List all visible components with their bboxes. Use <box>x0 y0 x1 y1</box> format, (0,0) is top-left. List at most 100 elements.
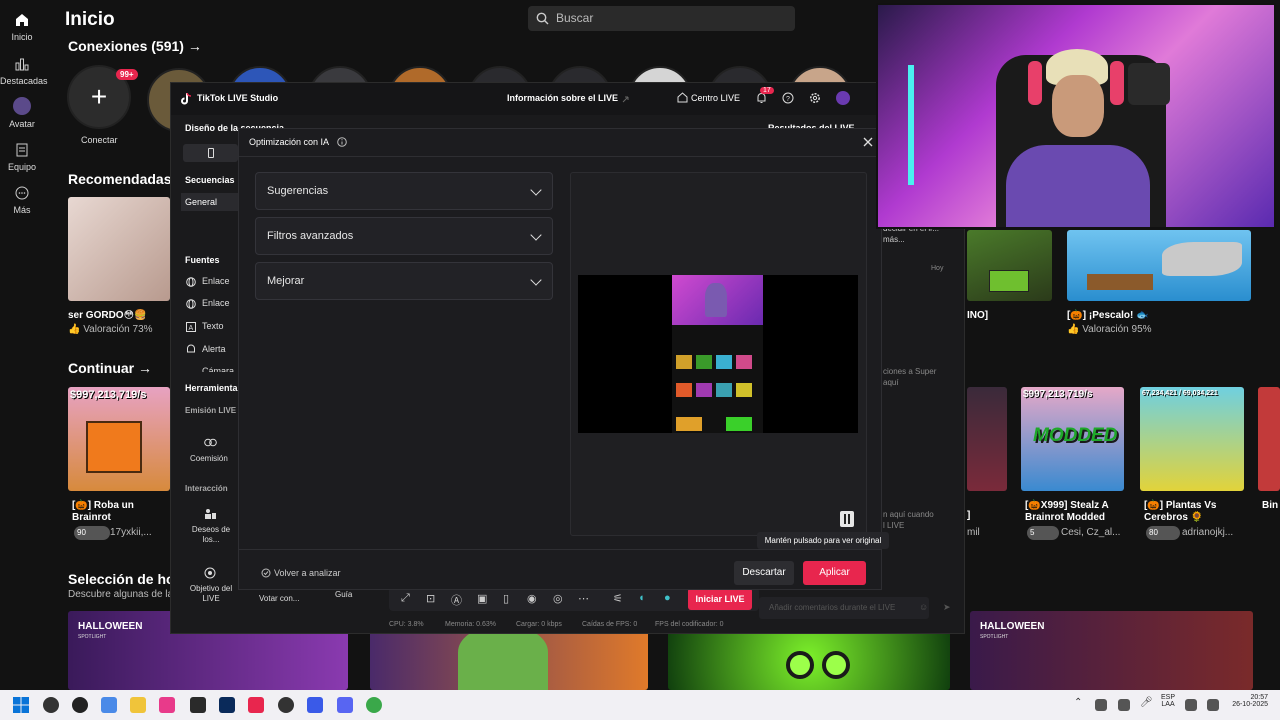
cont-card-title[interactable]: [🎃X999] Stealz A Brainrot Modded <box>1025 500 1125 524</box>
app-icon[interactable] <box>307 697 323 713</box>
nav-team[interactable]: Equipo <box>0 142 44 172</box>
rec-card-title[interactable]: ser GORDO😳🍔 <box>68 310 146 322</box>
nav-home[interactable]: Inicio <box>0 12 44 42</box>
record-icon[interactable]: ◉ <box>527 592 537 605</box>
results-text: ciones a Super <box>883 367 937 376</box>
info-icon[interactable] <box>337 137 347 147</box>
camera-switch-icon[interactable]: ◎ <box>553 592 563 605</box>
live-info-link[interactable]: Información sobre el LIVE <box>507 93 618 103</box>
speaker-icon[interactable]: ◖ <box>638 592 645 604</box>
app-icon[interactable] <box>72 697 88 713</box>
network-icon[interactable] <box>1185 699 1197 711</box>
clock[interactable]: 20:57 26-10-2025 <box>1222 694 1268 708</box>
cont-thumb[interactable] <box>1258 387 1280 491</box>
cont-thumb[interactable]: $997,213,719/s <box>68 387 170 491</box>
source-item[interactable]: Cámara <box>202 366 234 372</box>
connections-title[interactable]: Conexiones (591) → <box>68 38 202 54</box>
cont-thumb[interactable]: 67,234,421 / 69,034,221 <box>1140 387 1244 491</box>
portrait-toggle[interactable] <box>183 144 238 162</box>
tray-icon[interactable] <box>1095 699 1107 711</box>
tray-chevron-icon[interactable]: ⌃ <box>1074 697 1082 708</box>
source-item[interactable]: Alerta <box>202 344 226 354</box>
nav-avatar[interactable]: Avatar <box>0 97 44 129</box>
tiktok-studio-icon[interactable] <box>248 697 264 713</box>
accordion-advanced-filters[interactable]: Filtros avanzados <box>255 217 553 255</box>
windows-start-icon[interactable] <box>13 697 29 713</box>
screen-icon[interactable]: ▣ <box>477 592 487 605</box>
crop-icon[interactable]: ⊡ <box>426 592 435 605</box>
settings-icon[interactable] <box>809 92 821 104</box>
rec-card-title[interactable]: [🎃] ¡Pescalo! 🐟 <box>1067 310 1149 322</box>
app-icon[interactable] <box>159 697 175 713</box>
wishes-button[interactable]: Deseos de los... <box>189 525 233 545</box>
cont-thumb[interactable]: $997,213,719/s MODDED <box>1021 387 1124 491</box>
nav-more[interactable]: Más <box>0 185 44 215</box>
mic-icon[interactable]: ● <box>664 592 671 604</box>
profile-avatar[interactable] <box>836 91 850 105</box>
more-options-icon[interactable]: ⋯ <box>578 592 589 605</box>
cont-thumb[interactable] <box>967 387 1007 491</box>
discard-button[interactable]: Descartar <box>734 561 794 585</box>
language-indicator[interactable]: ESP LAA <box>1161 694 1175 708</box>
hoodie <box>1006 145 1150 227</box>
reanalyze-button[interactable]: Volver a analizar <box>274 568 341 578</box>
discord-icon[interactable] <box>337 697 353 713</box>
accordion-suggestions[interactable]: Sugerencias <box>255 172 553 210</box>
volume-icon[interactable] <box>1207 699 1219 711</box>
mobile-icon[interactable]: ▯ <box>503 592 509 605</box>
epic-games-icon[interactable] <box>190 697 206 713</box>
app-icon[interactable] <box>43 697 59 713</box>
search-input[interactable]: Buscar <box>528 6 795 31</box>
source-item[interactable]: Enlace <box>202 298 230 308</box>
rec-card-rating: 👍 Valoración 95% <box>1067 324 1152 335</box>
team-icon <box>16 143 28 157</box>
objective-button[interactable]: Objetivo del LIVE <box>186 584 236 604</box>
rec-card-rating: 👍 Valoración 73% <box>68 324 153 335</box>
continue-title[interactable]: Continuar → <box>68 360 152 376</box>
rec-thumb[interactable] <box>967 230 1052 301</box>
ai-icon[interactable]: Ⓐ <box>451 592 462 608</box>
source-item[interactable]: Texto <box>202 321 224 331</box>
chrome-icon[interactable] <box>366 697 382 713</box>
rec-card-title[interactable]: INO] <box>967 310 988 322</box>
comment-input[interactable]: Añadir comentarios durante el LIVE <box>759 597 929 619</box>
spotlight-thumb[interactable]: HALLOWEEN SPOTLIGHT <box>970 611 1253 690</box>
guide-button[interactable]: Guía <box>335 590 352 599</box>
share-icon[interactable] <box>622 94 632 104</box>
coemission-button[interactable]: Coemisión <box>190 454 228 463</box>
rec-thumb[interactable] <box>1067 230 1251 301</box>
app-icon[interactable] <box>278 697 294 713</box>
compare-original-button[interactable] <box>840 511 854 527</box>
block-graphic <box>989 270 1029 292</box>
tray-icon[interactable] <box>1118 699 1130 711</box>
cont-card-title[interactable]: [🎃] Plantas Vs Cerebros 🌻 <box>1144 500 1244 524</box>
magic-wand-icon[interactable]: ⤢ <box>401 592 410 605</box>
mixer-icon[interactable]: ⚟ <box>613 592 623 605</box>
thumb-amount: $997,213,719/s <box>1023 389 1093 400</box>
home-outline-icon <box>677 92 688 103</box>
cont-card-title[interactable]: Bin <box>1262 500 1278 512</box>
photoshop-icon[interactable] <box>219 697 235 713</box>
compare-icon <box>844 514 850 524</box>
cont-card-title[interactable]: ] <box>967 510 970 522</box>
folder-icon[interactable] <box>130 697 146 713</box>
lang-layout: LAA <box>1161 701 1175 708</box>
preview-person <box>705 283 727 317</box>
preview-tile <box>676 383 692 397</box>
app-icon[interactable] <box>101 697 117 713</box>
rec-thumb[interactable] <box>68 197 170 301</box>
cont-card-title[interactable]: [🎃] Roba un Brainrot <box>72 500 168 524</box>
start-live-button[interactable]: Iniciar LIVE <box>688 588 752 610</box>
nav-featured[interactable]: Destacadas <box>0 56 48 86</box>
sequence-general[interactable]: General <box>181 193 239 211</box>
accordion-improve[interactable]: Mejorar <box>255 262 553 300</box>
send-icon[interactable]: ➤ <box>943 602 951 613</box>
microphone-icon[interactable]: 🎤︎ <box>1140 697 1153 708</box>
source-item[interactable]: Enlace <box>202 276 230 286</box>
apply-button[interactable]: Aplicar <box>803 561 866 585</box>
vote-button[interactable]: Votar con... <box>259 594 299 603</box>
live-center-link[interactable]: Centro LIVE <box>691 93 740 103</box>
emoji-icon[interactable]: ☺ <box>919 602 928 612</box>
help-icon[interactable]: ? <box>782 92 794 104</box>
close-icon[interactable] <box>863 137 873 147</box>
